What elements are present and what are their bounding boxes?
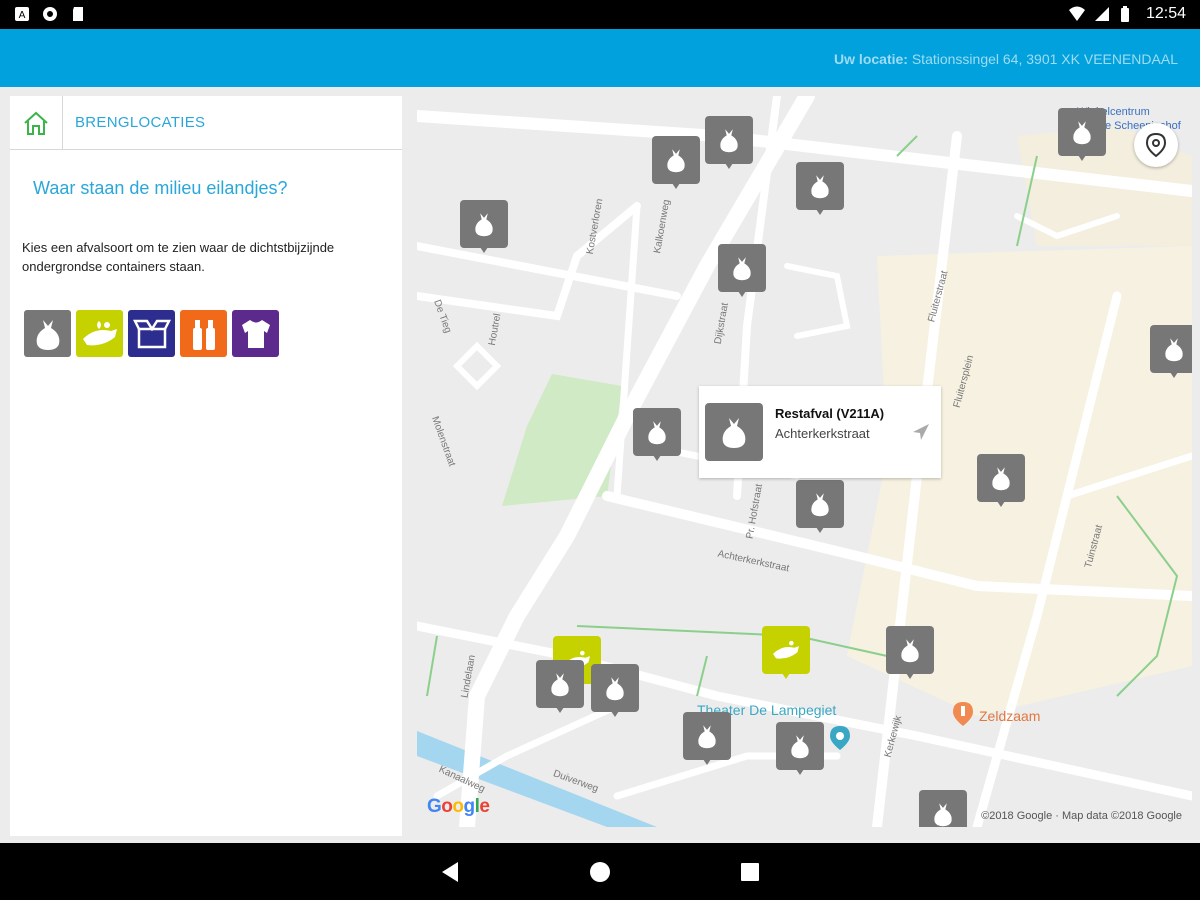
- location-label: Uw locatie:: [834, 51, 908, 67]
- location-value: Stationssingel 64, 3901 XK VEENENDAAL: [911, 51, 1178, 67]
- theater-icon: [830, 726, 850, 755]
- organic-waste-icon: [82, 320, 117, 345]
- restafval-marker[interactable]: [718, 244, 766, 300]
- waste-type-textiel-button[interactable]: [232, 310, 279, 357]
- intro-text: Kies een afvalsoort om te zien waar de d…: [22, 240, 335, 274]
- trash-bag-icon: [811, 175, 829, 199]
- trash-bag-icon: [992, 467, 1010, 491]
- map-copyright[interactable]: ©2018 Google · Map data ©2018 Google: [981, 810, 1182, 822]
- battery-icon: [1120, 6, 1136, 22]
- restafval-marker[interactable]: [683, 712, 731, 768]
- trash-bag-icon: [720, 129, 738, 153]
- restafval-marker[interactable]: [796, 162, 844, 218]
- restafval-marker[interactable]: [1058, 108, 1106, 164]
- current-location: Uw locatie: Stationssingel 64, 3901 XK V…: [834, 51, 1178, 67]
- organic-waste-icon: [773, 640, 799, 659]
- restaurant-poi-label[interactable]: Zeldzaam: [979, 708, 1040, 724]
- trash-bag-icon: [1165, 338, 1183, 362]
- my-location-button[interactable]: [1134, 123, 1178, 167]
- notification-a-icon: A: [14, 6, 30, 22]
- sync-icon: [42, 6, 58, 22]
- restafval-marker[interactable]: [633, 408, 681, 464]
- restafval-marker[interactable]: [460, 200, 508, 256]
- restafval-marker[interactable]: [536, 660, 584, 716]
- back-button[interactable]: [438, 860, 462, 884]
- home-nav-button[interactable]: [588, 860, 612, 884]
- trash-bag-icon: [475, 213, 493, 237]
- waste-type-plastic-button[interactable]: [180, 310, 227, 357]
- restafval-marker[interactable]: [886, 626, 934, 682]
- trash-bag-icon: [791, 735, 809, 759]
- trash-bag-icon: [811, 493, 829, 517]
- restafval-marker[interactable]: [652, 136, 700, 192]
- breadcrumb: BRENGLOCATIES: [10, 95, 402, 150]
- recents-button[interactable]: [738, 860, 762, 884]
- back-icon: [442, 862, 458, 882]
- recents-icon: [741, 863, 759, 881]
- navigation-bar: [0, 843, 1200, 900]
- breadcrumb-title: BRENGLOCATIES: [75, 114, 206, 131]
- marker-info-window[interactable]: Restafval (V211A) Achterkerkstraat: [699, 386, 941, 478]
- trash-bag-icon: [934, 803, 952, 827]
- page-heading: Waar staan de milieu eilandjes?: [33, 178, 288, 198]
- trash-bag-icon: [551, 673, 569, 697]
- waste-type-gft-button[interactable]: [76, 310, 123, 357]
- trash-bag-icon: [648, 421, 666, 445]
- restafval-marker[interactable]: [919, 790, 967, 827]
- home-icon: [24, 111, 48, 135]
- waste-type-papier-button[interactable]: [128, 310, 175, 357]
- restafval-marker[interactable]: [705, 116, 753, 172]
- restafval-marker[interactable]: [776, 722, 824, 778]
- wifi-icon: [1068, 6, 1085, 22]
- trash-bag-icon: [722, 418, 746, 448]
- restafval-marker[interactable]: [796, 480, 844, 536]
- restafval-marker[interactable]: [1150, 325, 1192, 381]
- info-window-title: Restafval (V211A): [775, 406, 885, 421]
- app-bar: Uw locatie: Stationssingel 64, 3901 XK V…: [0, 29, 1200, 87]
- info-window-category-icon: [705, 403, 763, 461]
- trash-bag-icon: [606, 677, 624, 701]
- sd-card-icon: [70, 6, 86, 22]
- info-window-subtitle: Achterkerkstraat: [775, 426, 870, 441]
- restafval-marker[interactable]: [591, 664, 639, 720]
- trash-bag-icon: [1073, 121, 1091, 145]
- shirt-icon: [241, 319, 270, 348]
- navigate-icon[interactable]: [911, 422, 931, 447]
- google-logo: Google: [427, 796, 490, 817]
- waste-type-selector: [24, 310, 279, 357]
- home-button[interactable]: [10, 95, 63, 150]
- trash-bag-icon: [667, 149, 685, 173]
- restafval-marker[interactable]: [977, 454, 1025, 510]
- trash-bag-icon: [698, 725, 716, 749]
- home-circle-icon: [590, 862, 610, 882]
- gft-marker[interactable]: [762, 626, 810, 682]
- map-view[interactable]: De Tieg Houtrel Kostverloren Kalkoenweg …: [417, 96, 1192, 827]
- signal-icon: [1094, 6, 1110, 22]
- waste-type-restafval-button[interactable]: [24, 310, 71, 357]
- location-pin-icon: [1145, 132, 1167, 158]
- svg-text:A: A: [19, 10, 26, 21]
- trash-bag-icon: [901, 639, 919, 663]
- restaurant-icon: [953, 702, 973, 731]
- status-time: 12:54: [1145, 5, 1186, 22]
- status-bar: A 12:54: [0, 0, 1200, 29]
- left-panel: BRENGLOCATIES Waar staan de milieu eilan…: [10, 95, 402, 836]
- trash-bag-icon: [733, 257, 751, 281]
- paper-box-icon: [132, 319, 171, 348]
- bottles-icon: [192, 319, 215, 350]
- trash-bag-icon: [36, 319, 59, 350]
